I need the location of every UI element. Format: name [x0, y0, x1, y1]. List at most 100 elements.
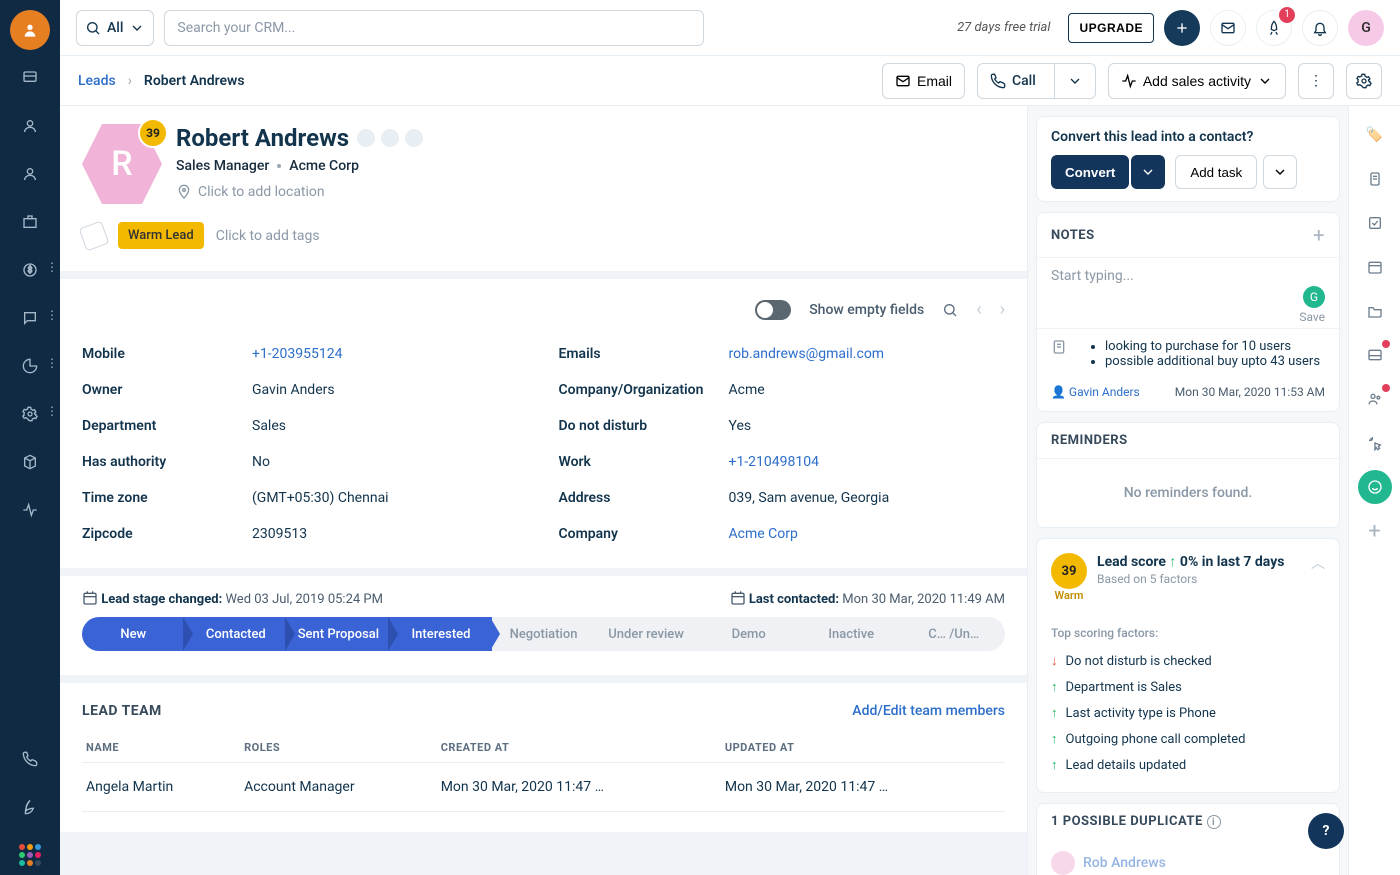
scoring-factor: ↑Department is Sales	[1051, 674, 1325, 700]
search-icon	[85, 20, 101, 36]
left-nav: $	[0, 0, 60, 875]
notes-input[interactable]: Start typing... G Save	[1037, 258, 1339, 328]
nav-leads[interactable]	[10, 154, 50, 194]
add-task-dropdown[interactable]	[1263, 155, 1297, 189]
search-scope-dropdown[interactable]: All	[76, 10, 154, 46]
call-button[interactable]: Call	[977, 63, 1096, 99]
tag-warm-lead[interactable]: Warm Lead	[118, 222, 204, 249]
lead-score-card: 39 Warm Lead score ↑ 0% in last 7 days B…	[1036, 538, 1340, 793]
nav-settings[interactable]	[10, 394, 50, 434]
bell-button[interactable]	[1302, 10, 1338, 46]
breadcrumb-leads[interactable]: Leads	[78, 73, 116, 89]
field-authority: No	[252, 454, 270, 470]
pin-icon	[176, 184, 192, 200]
dock-click-icon[interactable]	[1358, 426, 1392, 460]
nav-contacts[interactable]	[10, 106, 50, 146]
field-work[interactable]: +1-210498104	[729, 454, 820, 470]
note-author: 👤 Gavin Anders	[1051, 385, 1140, 399]
nav-activity[interactable]	[10, 490, 50, 530]
dock-add-icon[interactable]: +	[1358, 514, 1392, 548]
email-button[interactable]: Email	[882, 63, 965, 99]
table-row[interactable]: Angela Martin Account Manager Mon 30 Mar…	[82, 763, 1005, 812]
notes-save[interactable]: Save	[1299, 310, 1325, 324]
dock-badge-icon[interactable]: 🏷️	[1358, 118, 1392, 152]
bell-icon	[1312, 20, 1328, 36]
right-panel: Convert this lead into a contact? Conver…	[1028, 106, 1348, 875]
next-record[interactable]: ›	[1000, 299, 1005, 320]
add-edit-team-link[interactable]: Add/Edit team members	[852, 703, 1005, 719]
field-address: 039, Sam avenue, Georgia	[729, 490, 890, 506]
field-company[interactable]: Acme Corp	[729, 526, 798, 542]
lead-avatar: R 39	[82, 124, 162, 204]
reminders-empty: No reminders found.	[1037, 459, 1339, 527]
field-emails[interactable]: rob.andrews@gmail.com	[729, 346, 885, 362]
add-location[interactable]: Click to add location	[176, 184, 423, 200]
nav-accounts[interactable]	[10, 202, 50, 242]
nav-reports[interactable]	[10, 346, 50, 386]
user-avatar[interactable]: G	[1348, 10, 1384, 46]
stage-negotiation[interactable]: Negotiation	[492, 617, 595, 651]
dock-folder-icon[interactable]	[1358, 294, 1392, 328]
nav-phone[interactable]	[10, 739, 50, 779]
chevron-down-icon	[1067, 73, 1083, 89]
fields-toolbar: Show empty fields ‹ ›	[60, 271, 1027, 340]
record-settings[interactable]	[1346, 63, 1382, 99]
nav-deals[interactable]: $	[10, 250, 50, 290]
nav-apps[interactable]	[10, 835, 50, 875]
stage-under-review[interactable]: Under review	[595, 617, 698, 651]
rocket-icon	[1266, 20, 1282, 36]
show-empty-toggle[interactable]	[755, 300, 791, 320]
dock-calendar-icon[interactable]	[1358, 250, 1392, 284]
quick-add-button[interactable]	[1164, 10, 1200, 46]
call-dropdown[interactable]	[1054, 64, 1095, 98]
duplicate-name[interactable]: Rob Andrews	[1083, 855, 1166, 871]
info-icon[interactable]: i	[1207, 815, 1221, 829]
convert-button[interactable]: Convert	[1051, 155, 1129, 189]
prev-record[interactable]: ‹	[976, 299, 981, 320]
add-task-button[interactable]: Add task	[1175, 155, 1257, 189]
collapse-score[interactable]: ︿	[1311, 553, 1325, 573]
stage-inactive[interactable]: Inactive	[800, 617, 903, 651]
announcements-button[interactable]: 1	[1256, 10, 1292, 46]
field-zip: 2309513	[252, 526, 307, 542]
topbar: All Search your CRM... 27 days free tria…	[60, 0, 1400, 56]
dock-support-icon[interactable]	[1358, 470, 1392, 504]
dock-doc-icon[interactable]	[1358, 162, 1392, 196]
search-placeholder: Search your CRM...	[177, 20, 295, 36]
search-input[interactable]: Search your CRM...	[164, 10, 704, 46]
dock-inbox-icon[interactable]	[1358, 338, 1392, 372]
add-tags-hint[interactable]: Click to add tags	[216, 228, 320, 244]
mail-icon	[895, 73, 911, 89]
stage-sent-proposal[interactable]: Sent Proposal	[287, 617, 390, 651]
field-mobile[interactable]: +1-203955124	[252, 346, 343, 362]
email-icon-button[interactable]	[1210, 10, 1246, 46]
convert-question: Convert this lead into a contact?	[1051, 129, 1325, 145]
help-fab[interactable]: ?	[1308, 813, 1344, 849]
right-dock: 🏷️ +	[1348, 106, 1400, 875]
add-note-icon[interactable]: +	[1313, 223, 1325, 247]
more-menu[interactable]: ⋮	[1298, 63, 1334, 99]
tags-row: Warm Lead Click to add tags	[60, 214, 1027, 271]
dock-people-icon[interactable]	[1358, 382, 1392, 416]
stage-interested[interactable]: Interested	[390, 617, 493, 651]
fields-search-icon[interactable]	[942, 302, 958, 318]
lead-team-section: LEAD TEAM Add/Edit team members NAME ROL…	[60, 675, 1027, 832]
dock-task-icon[interactable]	[1358, 206, 1392, 240]
activity-icon	[1121, 73, 1137, 89]
stage-demo[interactable]: Demo	[697, 617, 800, 651]
stage-new[interactable]: New	[82, 617, 185, 651]
add-sales-activity-button[interactable]: Add sales activity	[1108, 63, 1286, 99]
nav-dashboard[interactable]	[10, 58, 50, 98]
field-timezone: (GMT+05:30) Chennai	[252, 490, 389, 506]
chevron-down-icon	[1140, 164, 1156, 180]
nav-conversations[interactable]	[10, 298, 50, 338]
stage-contacted[interactable]: Contacted	[185, 617, 288, 651]
upgrade-button[interactable]: UPGRADE	[1068, 13, 1154, 43]
brand-logo[interactable]	[10, 10, 50, 50]
nav-eco[interactable]	[10, 787, 50, 827]
convert-dropdown[interactable]	[1131, 155, 1165, 189]
nav-products[interactable]	[10, 442, 50, 482]
chevron-down-icon	[1257, 73, 1273, 89]
breadcrumb-row: Leads › Robert Andrews Email Call Add sa…	[60, 56, 1400, 106]
stage-c-un-[interactable]: C… /Un…	[903, 617, 1006, 651]
